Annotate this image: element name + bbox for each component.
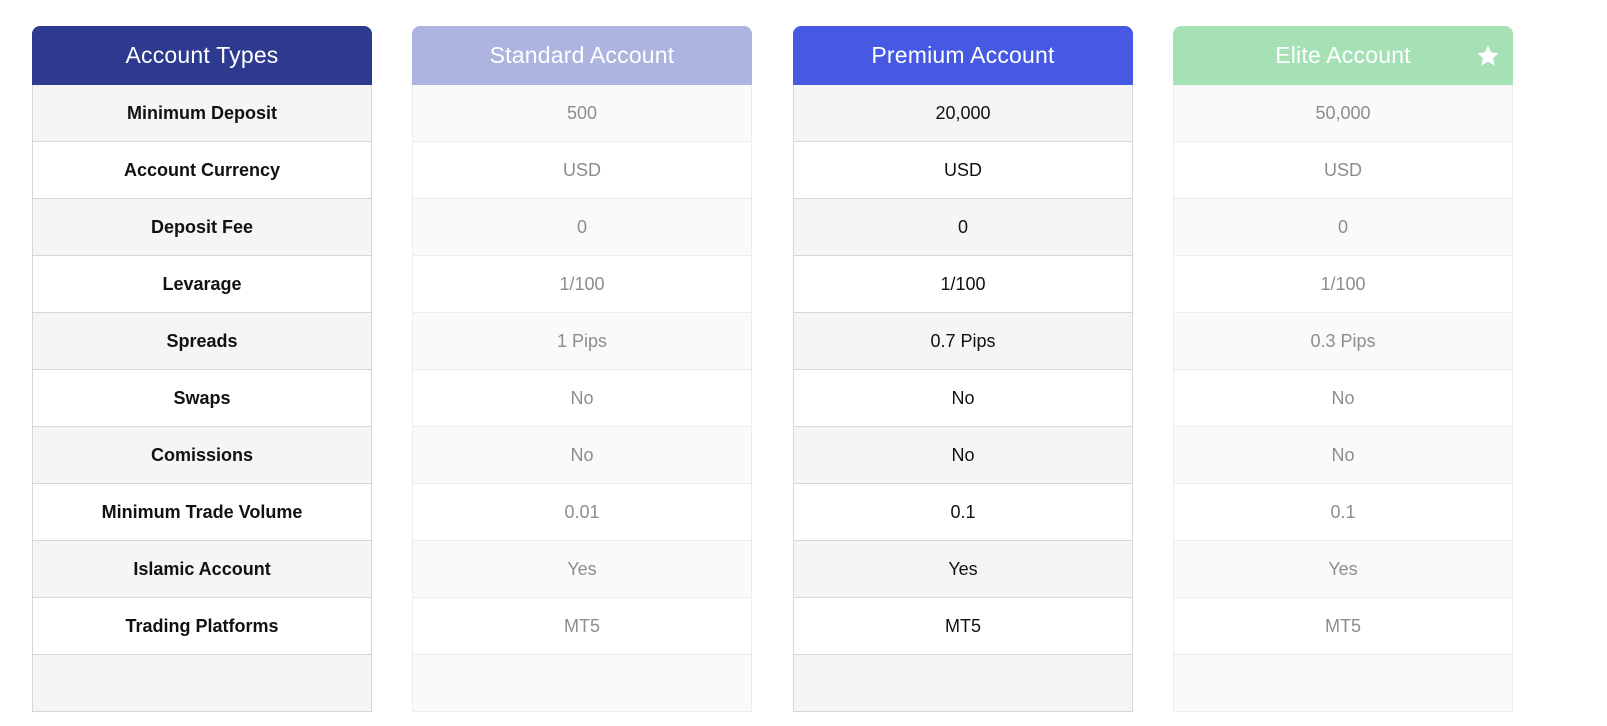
premium-account-column: Premium Account 20,000 USD 0 1/100 0.7 P…	[793, 26, 1133, 726]
standard-cell: 0.01	[412, 484, 752, 541]
row-label: Trading Platforms	[32, 598, 372, 655]
standard-cell: No	[412, 427, 752, 484]
elite-cell: No	[1173, 370, 1513, 427]
row-label: Islamic Account	[32, 541, 372, 598]
premium-cell: USD	[793, 142, 1133, 199]
account-types-column: Account Types Minimum Deposit Account Cu…	[32, 26, 372, 726]
elite-cell: 1/100	[1173, 256, 1513, 313]
elite-cell: Yes	[1173, 541, 1513, 598]
premium-cell: 0.1	[793, 484, 1133, 541]
premium-account-header-label: Premium Account	[871, 42, 1055, 68]
premium-cell: 0	[793, 199, 1133, 256]
star-icon	[1477, 44, 1499, 66]
premium-cell: Yes	[793, 541, 1133, 598]
elite-cell: No	[1173, 427, 1513, 484]
premium-cell: No	[793, 370, 1133, 427]
standard-cell: MT5	[412, 598, 752, 655]
premium-cell: 0.7 Pips	[793, 313, 1133, 370]
elite-cell: USD	[1173, 142, 1513, 199]
elite-account-column: Elite Account 50,000 USD 0 1/100 0.3 Pip…	[1173, 26, 1513, 726]
account-types-header: Account Types	[32, 26, 372, 85]
standard-cell: No	[412, 370, 752, 427]
standard-cell: Yes	[412, 541, 752, 598]
row-label: Minimum Trade Volume	[32, 484, 372, 541]
elite-account-header-label: Elite Account	[1275, 42, 1411, 68]
standard-cell: 1 Pips	[412, 313, 752, 370]
standard-account-column: Standard Account 500 USD 0 1/100 1 Pips …	[412, 26, 752, 726]
row-label: Levarage	[32, 256, 372, 313]
premium-cell: 20,000	[793, 85, 1133, 142]
standard-account-header-label: Standard Account	[489, 42, 675, 68]
elite-account-header: Elite Account	[1173, 26, 1513, 85]
premium-cell: MT5	[793, 598, 1133, 655]
standard-cell: 0	[412, 199, 752, 256]
row-label: Spreads	[32, 313, 372, 370]
row-label: Minimum Deposit	[32, 85, 372, 142]
elite-cell: 0.1	[1173, 484, 1513, 541]
row-label: Account Currency	[32, 142, 372, 199]
row-label: Swaps	[32, 370, 372, 427]
premium-account-header: Premium Account	[793, 26, 1133, 85]
premium-cell: 1/100	[793, 256, 1133, 313]
standard-account-header: Standard Account	[412, 26, 752, 85]
row-label: Deposit Fee	[32, 199, 372, 256]
standard-cell: USD	[412, 142, 752, 199]
premium-cell: No	[793, 427, 1133, 484]
elite-cell: 50,000	[1173, 85, 1513, 142]
account-types-header-label: Account Types	[125, 42, 279, 68]
elite-cell: MT5	[1173, 598, 1513, 655]
elite-cell: 0.3 Pips	[1173, 313, 1513, 370]
elite-cell: 0	[1173, 199, 1513, 256]
standard-cell: 500	[412, 85, 752, 142]
standard-cell: 1/100	[412, 256, 752, 313]
row-label: Comissions	[32, 427, 372, 484]
